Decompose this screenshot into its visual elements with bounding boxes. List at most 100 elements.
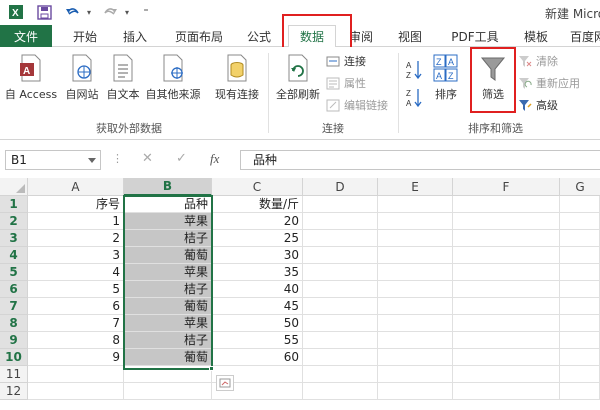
clear-filter-button[interactable]: 清除	[518, 53, 558, 69]
cell-a6[interactable]: 5	[28, 281, 124, 298]
undo-dropdown-icon[interactable]: ▾	[84, 3, 94, 21]
cell-a2[interactable]: 1	[28, 213, 124, 230]
cell-a9[interactable]: 8	[28, 332, 124, 349]
cell-c8[interactable]: 50	[212, 315, 303, 332]
cell-a3[interactable]: 2	[28, 230, 124, 247]
tab-insert[interactable]: 插入	[114, 25, 156, 47]
cell-e8[interactable]	[378, 315, 453, 332]
cell-g4[interactable]	[560, 247, 600, 264]
insert-function-button[interactable]: fx	[210, 151, 219, 167]
row-header-1[interactable]: 1	[0, 196, 28, 213]
cell-d4[interactable]	[303, 247, 378, 264]
cell-a1[interactable]: 序号	[28, 196, 124, 213]
formula-input[interactable]: 品种	[240, 150, 600, 170]
row-header-10[interactable]: 10	[0, 349, 28, 366]
refresh-all-button[interactable]: 全部刷新	[272, 53, 324, 102]
cell-d9[interactable]	[303, 332, 378, 349]
redo-dropdown-icon[interactable]: ▾	[122, 3, 132, 21]
cell-b2[interactable]: 苹果	[124, 213, 212, 230]
cell-a4[interactable]: 3	[28, 247, 124, 264]
cell-e10[interactable]	[378, 349, 453, 366]
row-header-3[interactable]: 3	[0, 230, 28, 247]
cell-f6[interactable]	[453, 281, 560, 298]
reapply-button[interactable]: 重新应用	[518, 75, 580, 91]
cell-e9[interactable]	[378, 332, 453, 349]
cell-b3[interactable]: 桔子	[124, 230, 212, 247]
column-header-c[interactable]: C	[212, 178, 303, 196]
customize-qat-icon[interactable]: ⁼	[138, 3, 154, 21]
cell-g11[interactable]	[560, 366, 600, 383]
cell-c2[interactable]: 20	[212, 213, 303, 230]
row-header-8[interactable]: 8	[0, 315, 28, 332]
cell-f3[interactable]	[453, 230, 560, 247]
cell-b6[interactable]: 桔子	[124, 281, 212, 298]
cell-c7[interactable]: 45	[212, 298, 303, 315]
tab-data[interactable]: 数据	[288, 25, 336, 48]
row-header-2[interactable]: 2	[0, 213, 28, 230]
existing-connections-button[interactable]: 现有连接	[210, 53, 264, 102]
formula-bar-splitter[interactable]: ⋮	[112, 152, 123, 165]
column-header-b[interactable]: B	[124, 178, 212, 196]
cell-e7[interactable]	[378, 298, 453, 315]
sort-az-button[interactable]: AZ	[406, 59, 422, 81]
cell-d1[interactable]	[303, 196, 378, 213]
cell-e4[interactable]	[378, 247, 453, 264]
column-header-d[interactable]: D	[303, 178, 378, 196]
cell-c1[interactable]: 数量/斤	[212, 196, 303, 213]
cell-a8[interactable]: 7	[28, 315, 124, 332]
cell-d12[interactable]	[303, 383, 378, 400]
advanced-filter-button[interactable]: 高级	[518, 97, 558, 113]
fill-handle[interactable]	[209, 366, 214, 371]
cell-g1[interactable]	[560, 196, 600, 213]
cell-g2[interactable]	[560, 213, 600, 230]
cell-f4[interactable]	[453, 247, 560, 264]
cell-d10[interactable]	[303, 349, 378, 366]
cell-f7[interactable]	[453, 298, 560, 315]
cell-c10[interactable]: 60	[212, 349, 303, 366]
enter-icon[interactable]: ✓	[176, 151, 187, 166]
cell-f11[interactable]	[453, 366, 560, 383]
column-header-g[interactable]: G	[560, 178, 600, 196]
tab-pdf-tools[interactable]: PDF工具	[444, 25, 506, 47]
tab-file[interactable]: 文件	[0, 25, 52, 47]
row-header-9[interactable]: 9	[0, 332, 28, 349]
tab-home[interactable]: 开始	[64, 25, 106, 47]
sort-button[interactable]: ZAAZ 排序	[428, 53, 464, 102]
edit-links-button[interactable]: 编辑链接	[326, 97, 388, 113]
cell-c9[interactable]: 55	[212, 332, 303, 349]
name-box-dropdown-icon[interactable]	[88, 158, 96, 163]
row-header-7[interactable]: 7	[0, 298, 28, 315]
cell-g3[interactable]	[560, 230, 600, 247]
cell-b10[interactable]: 葡萄	[124, 349, 212, 366]
connections-button[interactable]: 连接	[326, 53, 366, 69]
cell-d5[interactable]	[303, 264, 378, 281]
column-header-f[interactable]: F	[453, 178, 560, 196]
cell-e12[interactable]	[378, 383, 453, 400]
cell-b7[interactable]: 葡萄	[124, 298, 212, 315]
cell-d2[interactable]	[303, 213, 378, 230]
cell-e2[interactable]	[378, 213, 453, 230]
cell-b12[interactable]	[124, 383, 212, 400]
name-box[interactable]: B1	[5, 150, 101, 170]
worksheet-grid[interactable]: A B C D E F G 1 序号 品种 数量/斤 2 1 苹果 20 3 2 桔子 25 4 3 葡萄 3…	[0, 178, 600, 410]
cell-f12[interactable]	[453, 383, 560, 400]
cell-a7[interactable]: 6	[28, 298, 124, 315]
from-other-sources-button[interactable]: 自其他来源	[142, 53, 204, 102]
cell-f8[interactable]	[453, 315, 560, 332]
column-header-a[interactable]: A	[28, 178, 124, 196]
cell-b1[interactable]: 品种	[124, 196, 212, 213]
cell-f10[interactable]	[453, 349, 560, 366]
tab-page-layout[interactable]: 页面布局	[166, 25, 232, 47]
cell-g9[interactable]	[560, 332, 600, 349]
cell-a5[interactable]: 4	[28, 264, 124, 281]
from-web-button[interactable]: 自网站	[60, 53, 104, 102]
cell-e5[interactable]	[378, 264, 453, 281]
from-text-button[interactable]: 自文本	[102, 53, 144, 102]
filter-button[interactable]: 筛选	[473, 53, 513, 102]
row-header-5[interactable]: 5	[0, 264, 28, 281]
column-header-e[interactable]: E	[378, 178, 453, 196]
cell-c5[interactable]: 35	[212, 264, 303, 281]
cell-b8[interactable]: 苹果	[124, 315, 212, 332]
cell-b4[interactable]: 葡萄	[124, 247, 212, 264]
undo-icon[interactable]	[62, 3, 82, 21]
